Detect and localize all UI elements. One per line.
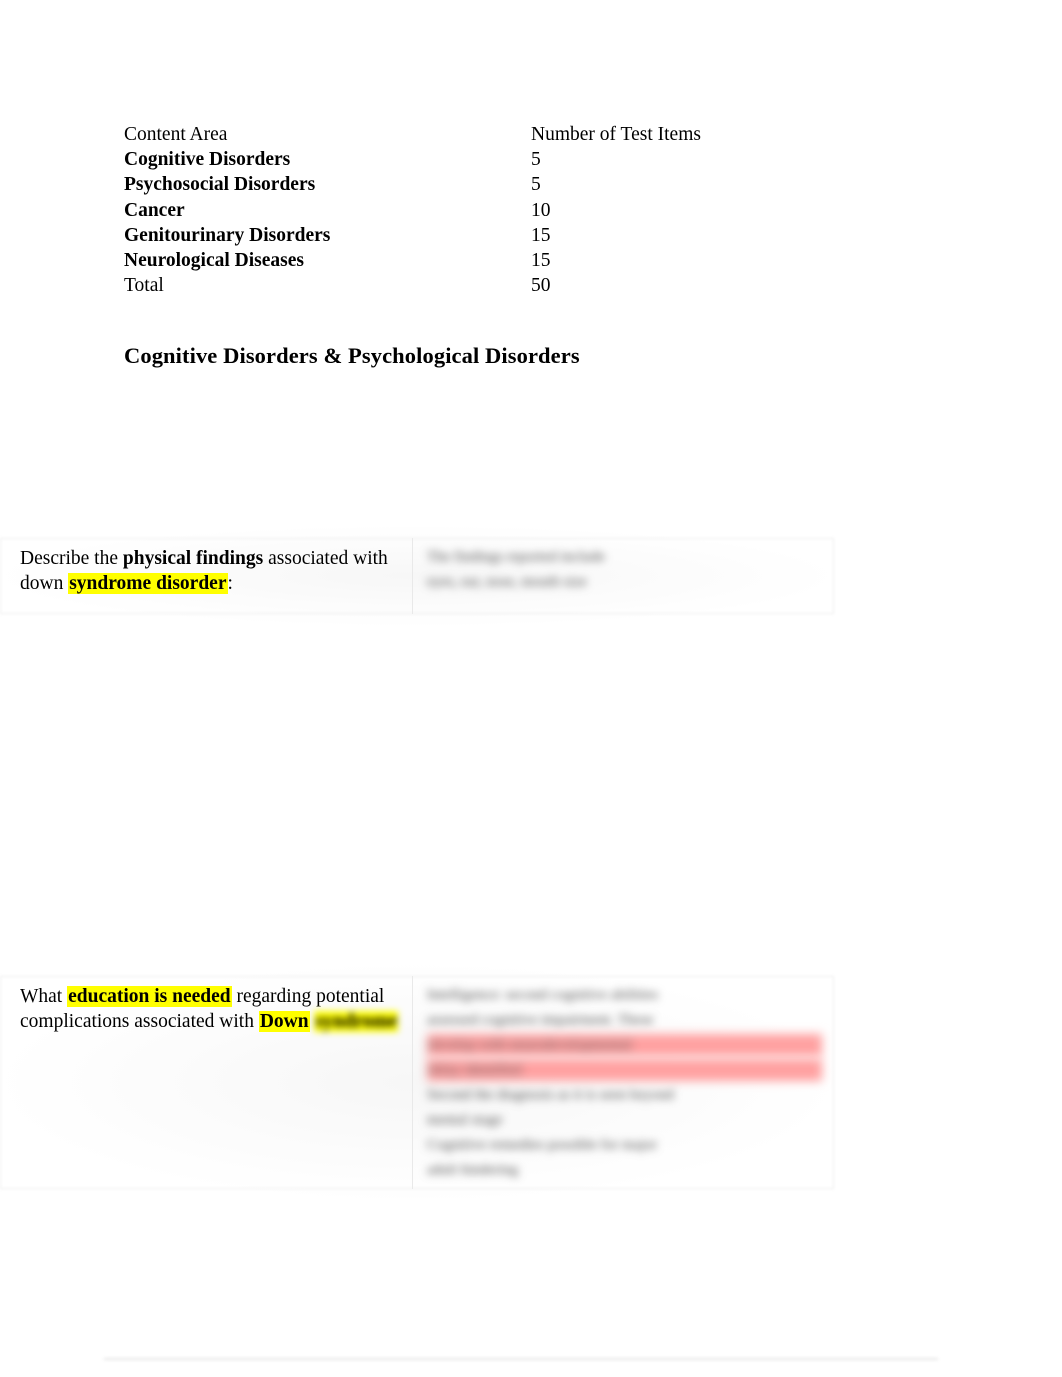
row-item-count: 5 [531, 174, 541, 196]
answer-line-redacted: eyes, ear, nose, mouth size [427, 574, 587, 590]
row-item-count: 15 [531, 249, 551, 271]
table-row: Neurological Diseases 15 [124, 248, 824, 273]
question-bold-down: Down [258, 1011, 310, 1032]
question-text-trail: : [227, 573, 233, 594]
answer-line-redacted: assessed cognitive impairment. These [427, 1012, 654, 1028]
table-row: Psychosocial Disorders 5 [124, 172, 824, 197]
answer-line-redacted: The findings reported include [427, 549, 605, 565]
row-content-area: Genitourinary Disorders [124, 224, 331, 246]
row-content-area: Cancer [124, 199, 185, 221]
answer-line-redacted: Cognitive remedies possible for major [427, 1137, 657, 1153]
question-cell: What education is needed regarding poten… [0, 976, 412, 1189]
row-item-count: 50 [531, 275, 551, 297]
row-content-area: Psychosocial Disorders [124, 174, 316, 196]
answer-cell: Intelligence: second cognitive abilities… [412, 976, 834, 1189]
row-content-area: Total [124, 275, 164, 297]
answer-line-redacted: mental stage [427, 1112, 503, 1128]
question-highlight-syndrome-redacted: syndrome [314, 1011, 399, 1032]
row-content-area: Cognitive Disorders [124, 149, 291, 171]
answer-line-redacted-highlight: develop with neurodevelopmental [427, 1034, 822, 1056]
question-cell: Describe the physical findings associate… [0, 538, 412, 614]
document-page: Content Area Number of Test Items Cognit… [0, 0, 1062, 1377]
answer-line-redacted-highlight: delay identified [427, 1059, 822, 1081]
question-text-lead: Describe the [20, 548, 123, 569]
answer-line-redacted: adult hindering [427, 1162, 519, 1178]
question-highlight-syndrome-disorder: syndrome disorder [68, 573, 228, 594]
row-item-count: 5 [531, 149, 541, 171]
section-heading: Cognitive Disorders & Psychological Diso… [124, 343, 580, 368]
question-highlight-education-is-needed: education is needed [67, 986, 232, 1007]
question-text-lead: What [20, 986, 68, 1007]
content-area-summary-table: Content Area Number of Test Items Cognit… [124, 122, 824, 298]
table-row-total: Total 50 [124, 273, 824, 298]
question-bold-physical-findings: physical findings [122, 548, 264, 569]
answer-line-redacted: Second the diagnosis as it is seen beyon… [427, 1087, 675, 1103]
page-bottom-divider [104, 1358, 938, 1360]
table-row: Cognitive Disorders 5 [124, 147, 824, 172]
study-table-row: Describe the physical findings associate… [0, 526, 834, 626]
answer-cell: The findings reported include eyes, ear,… [412, 538, 834, 614]
table-row: Cancer 10 [124, 198, 824, 223]
row-content-area: Neurological Diseases [124, 249, 304, 271]
answer-line-redacted: Intelligence: second cognitive abilities [427, 987, 659, 1003]
table-row: Genitourinary Disorders 15 [124, 223, 824, 248]
study-table-row: What education is needed regarding poten… [0, 964, 834, 1201]
header-number-of-test-items: Number of Test Items [531, 124, 701, 145]
row-item-count: 10 [531, 199, 551, 221]
row-item-count: 15 [531, 224, 551, 246]
table-header-row: Content Area Number of Test Items [124, 122, 824, 147]
header-content-area: Content Area [124, 124, 228, 145]
